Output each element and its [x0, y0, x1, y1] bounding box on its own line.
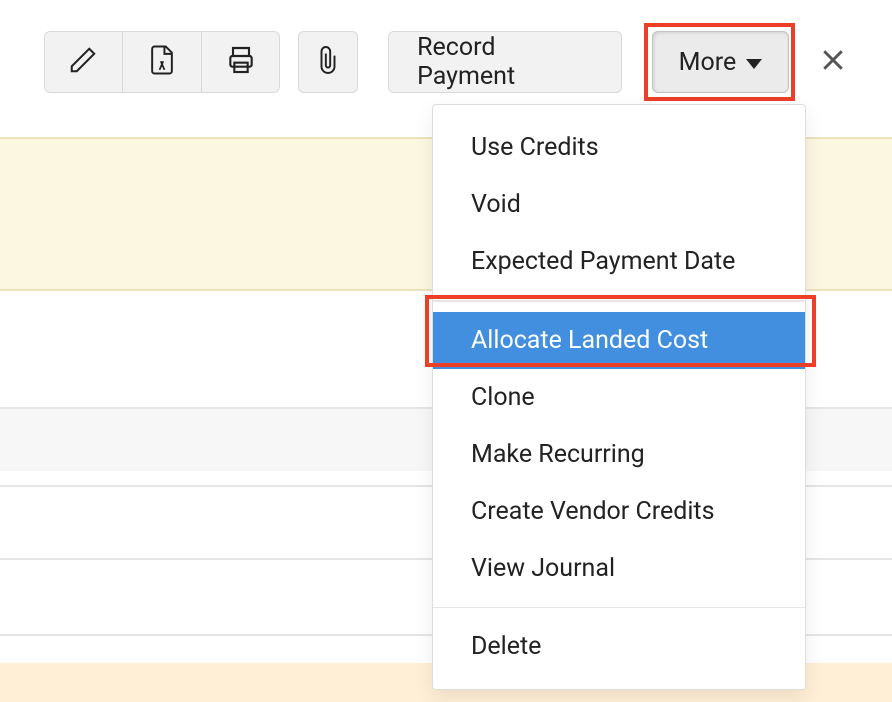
menu-item-label: Void [471, 190, 521, 219]
chevron-down-icon [746, 59, 762, 69]
toolbar: Record Payment More [0, 0, 892, 93]
more-label: More [679, 48, 737, 77]
close-icon [818, 45, 848, 79]
more-button[interactable]: More [652, 31, 790, 93]
menu-item-allocate-landed-cost[interactable]: Allocate Landed Cost [433, 312, 805, 369]
pdf-button[interactable] [123, 31, 202, 93]
dropdown-separator [433, 607, 805, 609]
menu-item-label: Create Vendor Credits [471, 497, 715, 526]
record-payment-button[interactable]: Record Payment [388, 31, 622, 93]
menu-item-create-vendor-credits[interactable]: Create Vendor Credits [433, 483, 805, 540]
menu-item-view-journal[interactable]: View Journal [433, 540, 805, 597]
pdf-icon [147, 44, 177, 80]
more-button-wrapper: More [652, 31, 790, 93]
menu-item-label: Use Credits [471, 133, 599, 162]
menu-item-delete[interactable]: Delete [433, 618, 805, 675]
printer-icon [225, 44, 257, 80]
dropdown-separator [433, 300, 805, 302]
pencil-icon [68, 45, 98, 79]
edit-button[interactable] [44, 31, 123, 93]
more-dropdown: Use Credits Void Expected Payment Date A… [432, 104, 806, 690]
menu-item-label: View Journal [471, 554, 615, 583]
menu-item-expected-payment-date[interactable]: Expected Payment Date [433, 233, 805, 290]
menu-item-use-credits[interactable]: Use Credits [433, 119, 805, 176]
menu-item-clone[interactable]: Clone [433, 369, 805, 426]
menu-item-label: Delete [471, 632, 541, 661]
print-button[interactable] [202, 31, 281, 93]
menu-item-label: Expected Payment Date [471, 247, 735, 276]
menu-item-void[interactable]: Void [433, 176, 805, 233]
menu-item-label: Clone [471, 383, 535, 412]
close-button[interactable] [817, 46, 848, 78]
menu-item-make-recurring[interactable]: Make Recurring [433, 426, 805, 483]
attachment-button[interactable] [298, 31, 358, 93]
record-payment-label: Record Payment [417, 33, 593, 91]
paperclip-icon [315, 43, 341, 81]
menu-item-label: Make Recurring [471, 440, 645, 469]
menu-item-label: Allocate Landed Cost [471, 326, 708, 355]
icon-button-group [44, 31, 280, 93]
